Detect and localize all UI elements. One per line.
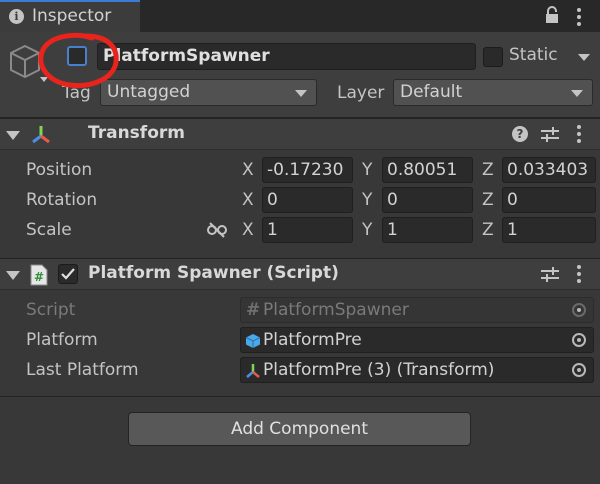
constrain-proportions-icon[interactable] [207,222,227,238]
axis-z-label[interactable]: Z [482,190,494,210]
tab-title: Inspector [32,6,112,26]
rotation-z-field[interactable]: 0 [502,187,596,213]
chevron-down-icon [571,90,583,97]
scale-x-field[interactable]: 1 [262,217,353,243]
prefab-cube-icon [245,332,261,348]
rotation-label: Rotation [26,190,98,210]
position-x-field[interactable]: -0.17230 [262,157,353,183]
info-icon: i [9,9,24,24]
scale-label: Scale [26,220,72,240]
transform-title: Transform [88,123,185,143]
rotation-y-field[interactable]: 0 [382,187,473,213]
axis-y-label[interactable]: Y [362,220,372,240]
static-dropdown-icon[interactable] [578,54,590,61]
tab-inspector[interactable]: i Inspector [0,0,140,32]
platform-label: Platform [26,330,98,350]
component-enabled-checkbox[interactable] [58,264,78,284]
presets-icon[interactable] [541,266,559,282]
object-picker-icon[interactable] [572,333,586,347]
axis-x-label[interactable]: X [242,160,254,180]
section-divider [0,396,600,397]
gameobject-name-field[interactable]: PlatformSpawner [97,43,476,70]
script-object-field: # PlatformSpawner [240,297,594,323]
component-menu-icon[interactable] [577,265,581,286]
last-platform-label: Last Platform [26,360,139,380]
component-menu-icon[interactable] [577,125,581,146]
annotation-circle [34,30,124,92]
chevron-down-icon [295,90,307,97]
foldout-arrow-icon[interactable] [6,131,20,140]
position-label: Position [26,160,93,180]
axis-y-label[interactable]: Y [362,190,372,210]
rotation-x-field[interactable]: 0 [262,187,353,213]
platform-field-value: PlatformPre [263,330,362,350]
scale-y-field[interactable]: 1 [382,217,473,243]
position-y-field[interactable]: 0.80051 [382,157,473,183]
axis-z-label[interactable]: Z [482,220,494,240]
layer-label: Layer [337,83,385,103]
axis-x-label[interactable]: X [242,220,254,240]
axis-y-label[interactable]: Y [362,160,372,180]
script-field-label: Script [26,300,76,320]
last-platform-object-field[interactable]: PlatformPre (3) (Transform) [240,357,594,383]
help-icon[interactable]: ? [512,126,528,142]
script-file-icon: # [246,300,261,320]
platform-object-field[interactable]: PlatformPre [240,327,594,353]
transform-icon [245,362,261,378]
script-field-value: PlatformSpawner [263,300,409,320]
scale-z-field[interactable]: 1 [502,217,596,243]
script-file-icon: # [30,264,48,286]
last-platform-field-value: PlatformPre (3) (Transform) [263,360,495,380]
add-component-button[interactable]: Add Component [128,412,471,446]
axis-z-label[interactable]: Z [482,160,494,180]
object-picker-icon[interactable] [572,363,586,377]
axis-x-label[interactable]: X [242,190,254,210]
svg-text:#: # [34,270,44,284]
checkmark-icon [61,268,75,280]
tag-dropdown[interactable]: Untagged [100,79,317,106]
foldout-arrow-icon[interactable] [6,271,20,280]
static-label: Static [509,45,558,65]
tab-menu-icon[interactable] [577,8,581,29]
script-component-title: Platform Spawner (Script) [88,263,339,283]
position-z-field[interactable]: 0.033403 [502,157,596,183]
object-picker-icon [572,303,586,317]
lock-icon[interactable] [545,6,559,24]
presets-icon[interactable] [541,126,559,142]
layer-value: Default [400,82,463,102]
layer-dropdown[interactable]: Default [393,79,593,106]
static-checkbox[interactable] [483,47,503,67]
transform-icon [30,124,52,146]
